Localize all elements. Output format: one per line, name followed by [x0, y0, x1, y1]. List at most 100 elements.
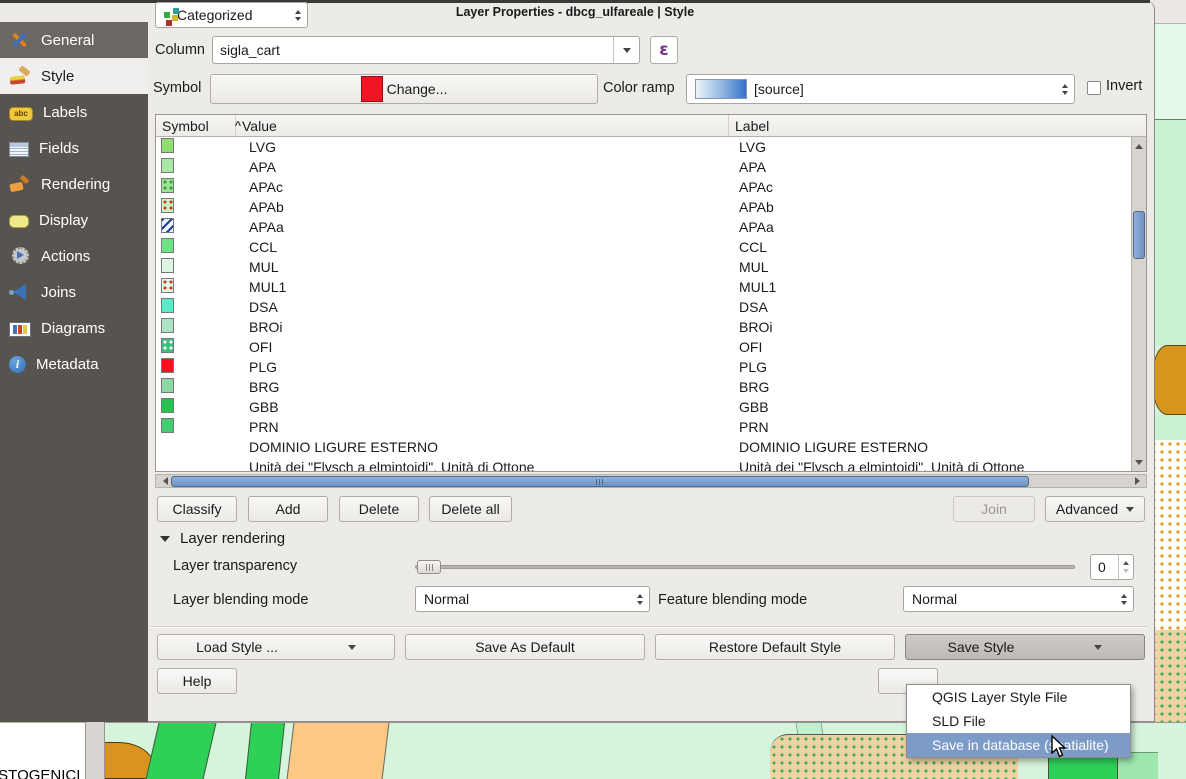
class-symbol-swatch[interactable] — [161, 378, 174, 393]
class-label: DSA — [729, 299, 1131, 315]
class-symbol-swatch[interactable] — [161, 158, 174, 173]
table-row[interactable]: PLG PLG — [156, 357, 1131, 377]
menu-item[interactable]: SLD File — [907, 709, 1130, 733]
table-row[interactable]: Unità dei "Flysch a elmintoidi", Unità d… — [156, 457, 1131, 471]
transparency-spinbox[interactable]: 0 — [1090, 554, 1134, 580]
scroll-down-button[interactable] — [1132, 457, 1146, 471]
table-row[interactable]: MUL MUL — [156, 257, 1131, 277]
change-symbol-button[interactable]: Change... — [210, 74, 598, 104]
class-value: CCL — [236, 239, 729, 255]
save-style-button[interactable]: Save Style — [905, 634, 1145, 660]
sidebar-item-metadata[interactable]: Metadata — [0, 346, 148, 382]
class-symbol-swatch[interactable] — [161, 318, 174, 333]
scroll-right-button[interactable] — [1132, 475, 1146, 487]
class-symbol-swatch[interactable] — [161, 178, 174, 193]
table-row[interactable]: BROi BROi — [156, 317, 1131, 337]
class-symbol-swatch[interactable] — [161, 198, 174, 213]
vertical-scrollbar[interactable] — [1131, 137, 1146, 471]
chevron-down-icon — [348, 645, 356, 654]
class-symbol-swatch[interactable] — [161, 398, 174, 413]
classes-table: Symbol ^ Value Label LVG LVG APA APA APA… — [155, 114, 1147, 472]
classify-button[interactable]: Classify — [157, 496, 237, 522]
add-button[interactable]: Add — [248, 496, 328, 522]
class-symbol-swatch[interactable] — [161, 338, 174, 353]
vertical-scroll-handle[interactable] — [1133, 211, 1145, 259]
chevron-down-icon[interactable] — [613, 37, 639, 63]
restore-default-style-button[interactable]: Restore Default Style — [655, 634, 895, 660]
table-row[interactable]: MUL1 MUL1 — [156, 277, 1131, 297]
delete-all-button[interactable]: Delete all — [429, 496, 512, 522]
table-row[interactable]: DOMINIO LIGURE ESTERNO DOMINIO LIGURE ES… — [156, 437, 1131, 457]
sidebar-item-labels[interactable]: Labels — [0, 94, 148, 130]
table-row[interactable]: DSA DSA — [156, 297, 1131, 317]
sidebar-item-actions[interactable]: Actions — [0, 238, 148, 274]
scroll-up-button[interactable] — [1132, 137, 1146, 151]
symbol-label: Symbol — [153, 80, 201, 96]
horizontal-scroll-handle[interactable] — [171, 476, 1029, 487]
table-row[interactable]: PRN PRN — [156, 417, 1131, 437]
header-label[interactable]: Label — [729, 115, 1146, 136]
transparency-slider-handle[interactable] — [417, 560, 441, 574]
class-value: MUL — [236, 259, 729, 275]
properties-sidebar: General Style Labels Fields Rendering Di… — [0, 22, 148, 722]
horizontal-scrollbar[interactable] — [155, 474, 1147, 488]
class-symbol-swatch[interactable] — [161, 418, 174, 433]
class-symbol-swatch[interactable] — [161, 138, 174, 153]
class-symbol-swatch[interactable] — [161, 238, 174, 253]
feature-blending-mode-label: Feature blending mode — [658, 592, 807, 608]
sidebar-item-fields[interactable]: Fields — [0, 130, 148, 166]
collapse-caret-icon[interactable] — [160, 536, 170, 547]
class-symbol-swatch[interactable] — [161, 218, 174, 233]
renderer-type-combobox[interactable]: Categorized — [155, 2, 308, 28]
class-symbol-swatch[interactable] — [161, 278, 174, 293]
class-label: LVG — [729, 139, 1131, 155]
class-value: OFI — [236, 339, 729, 355]
expression-builder-button[interactable]: ε — [650, 36, 678, 64]
invert-checkbox[interactable] — [1087, 81, 1101, 95]
labels-icon — [9, 107, 33, 121]
class-symbol-swatch[interactable] — [161, 358, 174, 373]
join-button[interactable]: Join — [953, 496, 1035, 522]
header-value[interactable]: Value — [236, 115, 729, 136]
class-value: APAb — [236, 199, 729, 215]
delete-button[interactable]: Delete — [339, 496, 419, 522]
table-row[interactable]: LVG LVG — [156, 137, 1131, 157]
table-row[interactable]: OFI OFI — [156, 337, 1131, 357]
save-as-default-button[interactable]: Save As Default — [405, 634, 645, 660]
map-region-mint — [1150, 120, 1186, 345]
joins-icon — [9, 282, 31, 302]
table-row[interactable]: APAa APAa — [156, 217, 1131, 237]
table-row[interactable]: APAc APAc — [156, 177, 1131, 197]
color-ramp-combobox[interactable]: [source] — [686, 74, 1075, 104]
spinbox-arrows[interactable] — [1118, 555, 1133, 579]
layer-blending-combobox[interactable]: Normal — [415, 586, 650, 612]
map-region-peach-band — [287, 723, 390, 779]
class-symbol-swatch[interactable] — [161, 298, 174, 313]
sidebar-item-rendering[interactable]: Rendering — [0, 166, 148, 202]
help-button[interactable]: Help — [157, 668, 237, 694]
sidebar-item-diagrams[interactable]: Diagrams — [0, 310, 148, 346]
transparency-slider-track[interactable] — [415, 565, 1075, 569]
sidebar-item-display[interactable]: Display — [0, 202, 148, 238]
screen: ISTOGENICI Layer Properties - dbcg_ulfar… — [0, 0, 1186, 779]
class-symbol-swatch[interactable] — [161, 258, 174, 273]
sidebar-item-general[interactable]: General — [0, 22, 148, 58]
scroll-left-button[interactable] — [156, 475, 170, 487]
menu-item[interactable]: Save in database (spatialite) — [907, 733, 1130, 757]
header-symbol[interactable]: Symbol ^ — [156, 115, 236, 136]
table-row[interactable]: BRG BRG — [156, 377, 1131, 397]
table-row[interactable]: APAb APAb — [156, 197, 1131, 217]
sidebar-item-joins[interactable]: Joins — [0, 274, 148, 310]
table-row[interactable]: APA APA — [156, 157, 1131, 177]
table-row[interactable]: CCL CCL — [156, 237, 1131, 257]
feature-blending-combobox[interactable]: Normal — [903, 586, 1134, 612]
column-combobox[interactable]: sigla_cart — [212, 36, 640, 64]
table-row[interactable]: GBB GBB — [156, 397, 1131, 417]
menu-item[interactable]: QGIS Layer Style File — [907, 685, 1130, 709]
panel-divider[interactable] — [85, 722, 105, 779]
advanced-button[interactable]: Advanced — [1045, 496, 1145, 522]
general-icon — [9, 30, 31, 50]
sidebar-item-style[interactable]: Style — [0, 58, 148, 94]
load-style-button[interactable]: Load Style ... — [157, 634, 395, 660]
class-label: PLG — [729, 359, 1131, 375]
